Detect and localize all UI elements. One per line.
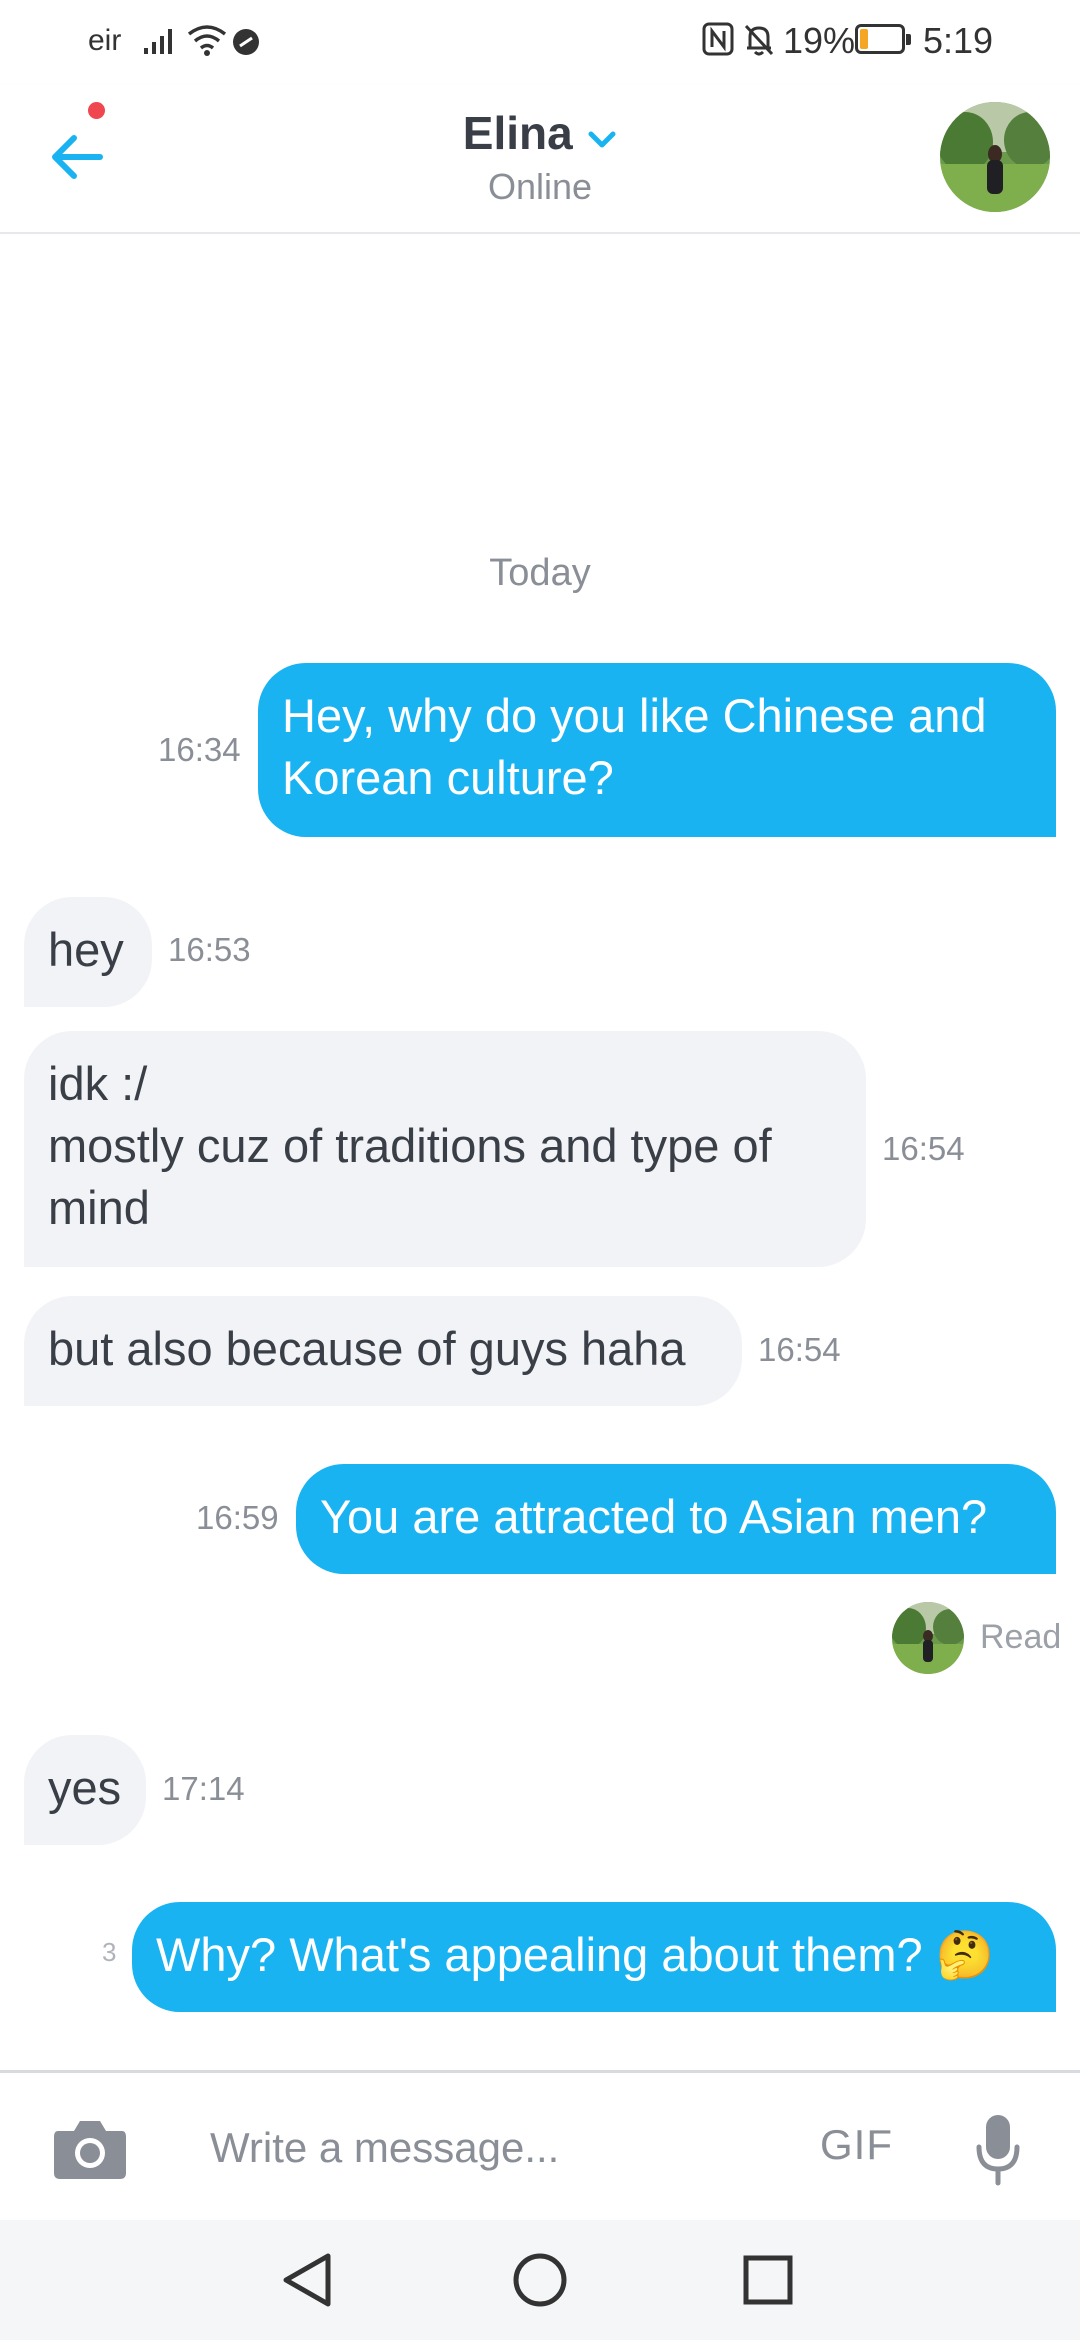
message-list[interactable]: Today Hey, why do you like Chinese and K… xyxy=(0,234,1080,2070)
home-nav-icon[interactable] xyxy=(510,2250,570,2310)
carrier-label: eir xyxy=(88,24,122,57)
incoming-message-bubble[interactable]: but also because of guys haha xyxy=(24,1296,742,1406)
date-separator: Today xyxy=(489,552,591,594)
battery-percent: 19% xyxy=(783,20,856,61)
system-navigation-bar xyxy=(0,2220,1080,2340)
back-nav-icon[interactable] xyxy=(278,2250,338,2310)
wifi-icon xyxy=(187,25,227,56)
bell-off-icon xyxy=(744,24,774,56)
read-receipt-avatar xyxy=(892,1602,964,1674)
contact-name-button[interactable]: Elina xyxy=(0,106,1080,160)
chat-header: Elina Online xyxy=(0,84,1080,234)
message-input[interactable] xyxy=(190,2113,790,2183)
message-timestamp: 16:59 xyxy=(196,1499,279,1536)
contact-status: Online xyxy=(487,166,593,207)
data-saver-icon xyxy=(233,29,259,55)
message-timestamp: 3 xyxy=(102,1937,117,1967)
message-timestamp: 16:53 xyxy=(168,931,251,968)
message-timestamp: 16:34 xyxy=(158,731,241,768)
recents-nav-icon[interactable] xyxy=(738,2250,798,2310)
nfc-icon xyxy=(702,22,734,56)
message-timestamp: 16:54 xyxy=(758,1331,841,1368)
message-timestamp: 17:14 xyxy=(162,1770,245,1807)
incoming-message-bubble[interactable]: yes xyxy=(24,1735,146,1845)
read-label: Read xyxy=(980,1618,1062,1656)
battery-icon xyxy=(855,24,911,54)
camera-icon[interactable] xyxy=(52,2115,128,2181)
microphone-icon[interactable] xyxy=(976,2113,1020,2187)
contact-name: Elina xyxy=(462,107,573,159)
message-timestamp: 16:54 xyxy=(882,1130,965,1167)
avatar[interactable] xyxy=(940,102,1050,212)
status-bar: eir 19% 5:19 xyxy=(0,0,1080,84)
chevron-down-icon xyxy=(588,131,616,148)
incoming-message-bubble[interactable]: hey xyxy=(24,897,152,1007)
signal-icon xyxy=(144,29,172,54)
incoming-message-bubble[interactable]: idk :/ mostly cuz of traditions and type… xyxy=(24,1031,866,1267)
outgoing-message-bubble[interactable]: You are attracted to Asian men? xyxy=(296,1464,1056,1574)
message-composer: GIF xyxy=(0,2070,1080,2223)
outgoing-message-bubble[interactable]: Why? What's appealing about them? 🤔 xyxy=(132,1902,1056,2012)
outgoing-message-bubble[interactable]: Hey, why do you like Chinese and Korean … xyxy=(258,663,1056,837)
clock: 5:19 xyxy=(923,20,994,61)
gif-button[interactable]: GIF xyxy=(820,2121,893,2169)
